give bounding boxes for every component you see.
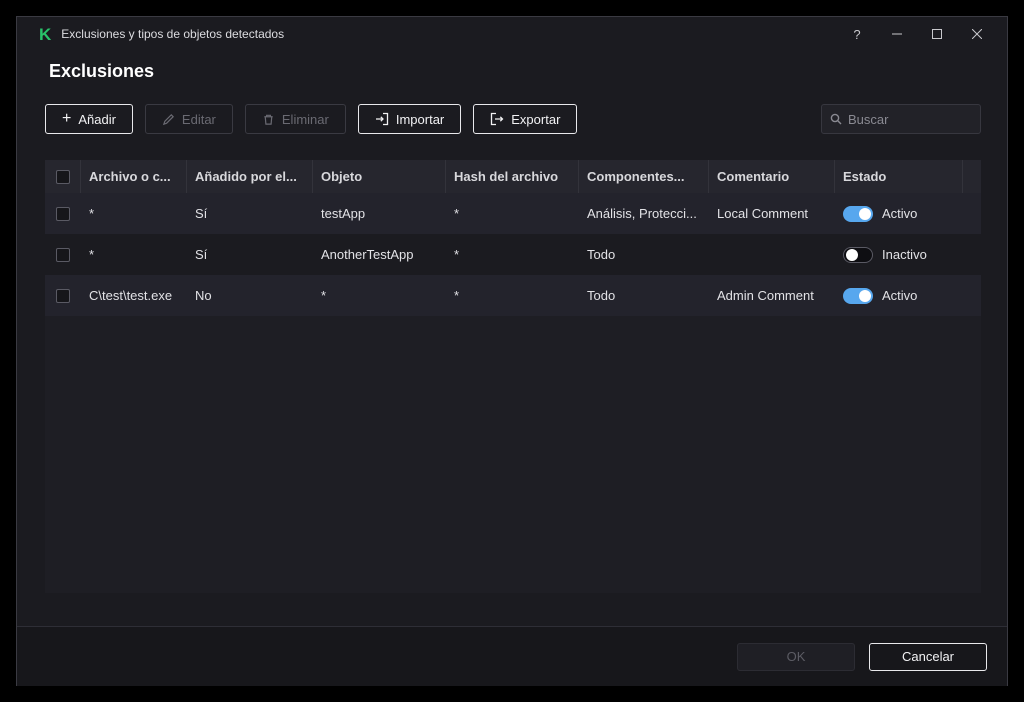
col-components[interactable]: Componentes... [579,160,709,193]
row-state-label: Inactivo [882,247,927,262]
export-button[interactable]: Exportar [473,104,578,134]
col-hash[interactable]: Hash del archivo [446,160,579,193]
search-box[interactable] [821,104,981,134]
row-comment: Local Comment [717,206,809,221]
col-state[interactable]: Estado [835,160,963,193]
table-header: Archivo o c... Añadido por el... Objeto … [45,160,981,193]
edit-button-label: Editar [181,111,216,127]
row-hash: * [454,206,460,221]
select-all-cell [45,160,81,193]
row-file: * [89,206,95,221]
import-button[interactable]: Importar [357,104,462,134]
maximize-button[interactable] [917,20,957,48]
help-button[interactable]: ? [837,20,877,48]
edit-button[interactable]: Editar [144,104,233,134]
table-body: * Sí testApp * Análisis, Protecci... Loc… [45,193,981,316]
row-checkbox[interactable] [56,288,70,303]
ok-button[interactable]: OK [737,642,855,671]
col-added-by[interactable]: Añadido por el... [187,160,313,193]
close-icon [972,29,982,39]
row-object: testApp [321,206,366,221]
row-state-label: Activo [882,288,918,303]
export-button-label: Exportar [511,111,561,127]
row-check-cell [45,288,81,303]
maximize-icon [932,29,942,39]
col-object[interactable]: Objeto [313,160,446,193]
search-input[interactable] [848,111,972,127]
minimize-button[interactable] [877,20,917,48]
state-toggle[interactable] [843,205,873,222]
select-all-checkbox[interactable] [55,169,70,184]
row-file: C\test\test.exe [89,288,173,303]
row-checkbox[interactable] [56,247,70,262]
footer: OK Cancelar [17,627,1007,686]
row-components: Análisis, Protecci... [587,206,697,221]
row-added: No [195,288,212,303]
table-row[interactable]: * Sí AnotherTestApp * Todo Inactivo [45,234,981,275]
row-state-cell: Activo [835,205,963,222]
state-toggle[interactable] [843,246,873,263]
cancel-button[interactable]: Cancelar [869,642,987,671]
row-object: AnotherTestApp [321,247,414,262]
row-state-cell: Activo [835,287,963,304]
delete-button[interactable]: Eliminar [244,104,346,134]
plus-icon: + [62,110,72,127]
col-file[interactable]: Archivo o c... [81,160,187,193]
col-filler [963,160,981,193]
row-comment: Admin Comment [717,288,814,303]
row-hash: * [454,247,460,262]
table-row[interactable]: C\test\test.exe No * * Todo Admin Commen… [45,275,981,316]
row-check-cell [45,247,81,262]
import-button-label: Importar [395,111,445,127]
delete-button-label: Eliminar [281,111,329,127]
add-button[interactable]: + Añadir [45,104,133,134]
row-hash: * [454,288,460,303]
exclusions-table: Archivo o c... Añadido por el... Objeto … [45,160,981,593]
page-title: Exclusiones [49,61,155,81]
row-added: Sí [195,247,208,262]
window-title: Exclusiones y tipos de objetos detectado… [61,27,285,41]
title-bar: K Exclusiones y tipos de objetos detecta… [17,17,1007,51]
state-toggle[interactable] [843,287,873,304]
row-check-cell [45,206,81,221]
kaspersky-logo-icon: K [39,24,52,44]
row-components: Todo [587,288,616,303]
row-components: Todo [587,247,616,262]
close-button[interactable] [957,20,997,48]
export-icon [490,112,504,126]
table-row[interactable]: * Sí testApp * Análisis, Protecci... Loc… [45,193,981,234]
row-state-cell: Inactivo [835,246,963,263]
import-icon [375,112,389,126]
row-object: * [321,288,327,303]
pencil-icon [162,113,175,126]
row-file: * [89,247,95,262]
app-window: K Exclusiones y tipos de objetos detecta… [16,16,1008,686]
col-comment[interactable]: Comentario [709,160,835,193]
row-state-label: Activo [882,206,918,221]
trash-icon [262,113,275,126]
add-button-label: Añadir [78,111,116,127]
toolbar: + Añadir Editar Eliminar Importar Export… [45,103,981,135]
search-icon [830,113,842,125]
minimize-icon [892,33,902,35]
row-checkbox[interactable] [56,206,70,221]
row-added: Sí [195,206,208,221]
